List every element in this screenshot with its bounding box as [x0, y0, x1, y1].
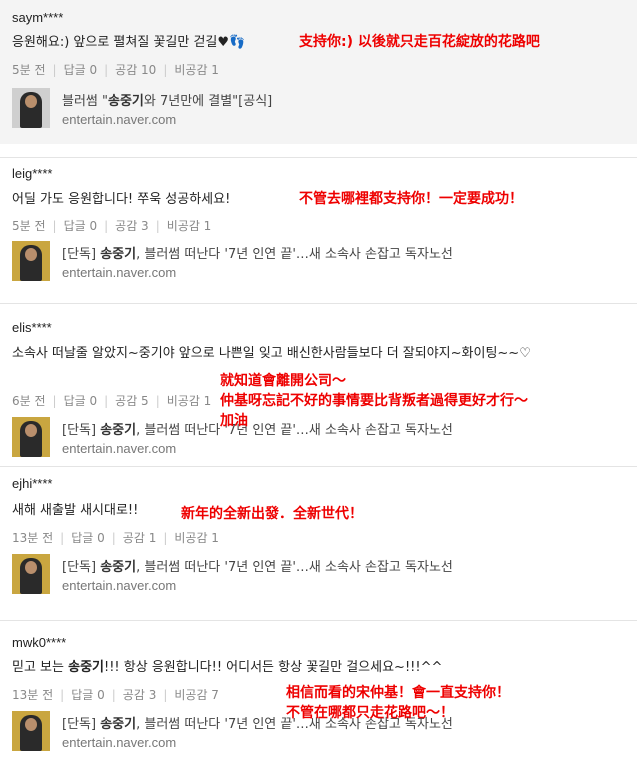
- comment-username[interactable]: mwk0****: [12, 635, 66, 650]
- like-button[interactable]: 공감 5: [115, 394, 149, 408]
- article-source: entertain.naver.com: [62, 578, 177, 593]
- translation-annotation: 支持你:) 以後就只走百花綻放的花路吧: [299, 34, 540, 50]
- reply-button[interactable]: 답글 0: [64, 219, 98, 233]
- reply-button[interactable]: 답글 0: [64, 394, 98, 408]
- comment-time: 13분 전: [12, 688, 54, 702]
- like-button[interactable]: 공감 3: [115, 219, 149, 233]
- comment-time: 5분 전: [12, 219, 46, 233]
- comment-username[interactable]: leig****: [12, 166, 52, 181]
- comment-meta: 13분 전 | 답글 0 | 공감 3 | 비공감 7: [12, 688, 219, 702]
- comment-time: 13분 전: [12, 531, 54, 545]
- article-thumbnail: [12, 554, 50, 594]
- article-thumbnail: [12, 241, 50, 281]
- article-source: entertain.naver.com: [62, 112, 177, 127]
- comment-item: elis**** 소속사 떠날줄 알았지~중기야 앞으로 나쁜일 잊고 배신한사…: [0, 303, 637, 459]
- article-thumbnail: [12, 417, 50, 457]
- reply-button[interactable]: 답글 0: [71, 531, 105, 545]
- comment-username[interactable]: saym****: [12, 10, 63, 25]
- comment-meta: 13분 전 | 답글 0 | 공감 1 | 비공감 1: [12, 531, 219, 545]
- comment-item: ejhi**** 새해 새출발 새시대로!! 13분 전 | 답글 0 | 공감 1 | 비…: [0, 466, 637, 613]
- article-title[interactable]: 블러썸 "송중기와 7년만에 결별"[공식]: [62, 90, 272, 109]
- translation-annotation: 就知道會離開公司～ 仲基呀忘記不好的事情要比背叛者過得更好才行～ 加油: [220, 373, 528, 429]
- comment-meta: 6분 전 | 답글 0 | 공감 5 | 비공감 1: [12, 394, 212, 408]
- article-title[interactable]: [단독] 송중기, 블러썸 떠난다 '7년 인연 끝'…새 소속사 손잡고 독자…: [62, 243, 453, 262]
- comment-username[interactable]: elis****: [12, 320, 52, 335]
- comment-item: saym**** 응원해요:) 앞으로 펼쳐질 꽃길만 걷길♥︎︎👣 5분 전 |…: [0, 0, 637, 144]
- article-thumbnail: [12, 711, 50, 751]
- dislike-button[interactable]: 비공감 7: [174, 688, 219, 702]
- article-thumbnail: [12, 88, 50, 128]
- dislike-button[interactable]: 비공감 1: [167, 394, 212, 408]
- article-title[interactable]: [단독] 송중기, 블러썸 떠난다 '7년 인연 끝'…새 소속사 손잡고 독자…: [62, 556, 453, 575]
- comment-text: 소속사 떠날줄 알았지~중기야 앞으로 나쁜일 잊고 배신한사람들보다 더 잘되…: [12, 346, 531, 361]
- dislike-button[interactable]: 비공감 1: [174, 531, 219, 545]
- translation-annotation: 相信而看的宋仲基！會一直支持你！ 不管在哪都只走花路吧～！: [286, 685, 510, 721]
- article-source: entertain.naver.com: [62, 265, 177, 280]
- comment-time: 6분 전: [12, 394, 46, 408]
- comment-meta: 5분 전 | 답글 0 | 공감 10 | 비공감 1: [12, 63, 219, 77]
- translation-annotation: 新年的全新出發．全新世代！: [181, 506, 363, 522]
- dislike-button[interactable]: 비공감 1: [167, 219, 212, 233]
- comment-item: leig**** 어딜 가도 응원합니다! 쭈욱 성공하세요! 5분 전 | 답글 …: [0, 157, 637, 298]
- article-link[interactable]: [단독] 송중기, 블러썸 떠난다 '7년 인연 끝'…새 소속사 손잡고 독자…: [12, 241, 627, 287]
- comment-username[interactable]: ejhi****: [12, 476, 52, 491]
- article-link[interactable]: 블러썸 "송중기와 7년만에 결별"[공식] entertain.naver.c…: [12, 88, 612, 134]
- comment-item: mwk0**** 믿고 보는 송중기!!! 항상 응원합니다!! 어디서든 항상…: [0, 620, 637, 769]
- reply-button[interactable]: 답글 0: [71, 688, 105, 702]
- comment-meta: 5분 전 | 답글 0 | 공감 3 | 비공감 1: [12, 219, 212, 233]
- article-source: entertain.naver.com: [62, 441, 177, 456]
- translation-annotation: 不管去哪裡都支持你！一定要成功！: [299, 191, 523, 207]
- comment-time: 5분 전: [12, 63, 46, 77]
- comment-text: 믿고 보는 송중기!!! 항상 응원합니다!! 어디서든 항상 꽃길만 걸으세요…: [12, 660, 443, 675]
- dislike-button[interactable]: 비공감 1: [174, 63, 219, 77]
- article-link[interactable]: [단독] 송중기, 블러썸 떠난다 '7년 인연 끝'…새 소속사 손잡고 독자…: [12, 554, 627, 600]
- like-button[interactable]: 공감 1: [123, 531, 157, 545]
- like-button[interactable]: 공감 3: [123, 688, 157, 702]
- article-source: entertain.naver.com: [62, 735, 177, 750]
- like-button[interactable]: 공감 10: [115, 63, 156, 77]
- reply-button[interactable]: 답글 0: [64, 63, 98, 77]
